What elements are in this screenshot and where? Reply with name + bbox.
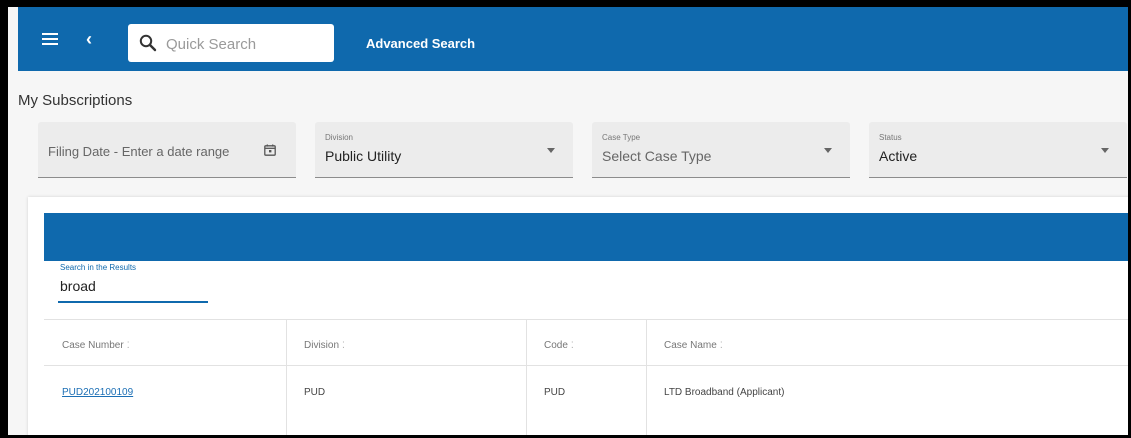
advanced-search-link[interactable]: Advanced Search bbox=[366, 36, 475, 51]
chevron-down-icon bbox=[1101, 148, 1109, 153]
status-label: Status bbox=[879, 133, 902, 142]
calendar-icon[interactable] bbox=[264, 144, 276, 156]
column-divider bbox=[286, 319, 287, 435]
results-search-input[interactable] bbox=[58, 275, 210, 297]
column-divider bbox=[646, 319, 647, 435]
top-app-bar: ‹ Advanced Search bbox=[18, 7, 1128, 71]
results-search-label: Search in the Results bbox=[60, 263, 137, 272]
column-divider bbox=[526, 319, 527, 435]
app-window: ‹ Advanced Search My Subscriptions Filin… bbox=[8, 7, 1128, 435]
division-cell: PUD bbox=[304, 387, 326, 398]
results-card: Search in the Results Case Number⁚ Divis… bbox=[28, 197, 1128, 435]
quick-search-box[interactable] bbox=[128, 24, 334, 62]
filing-date-placeholder: Filing Date - Enter a date range bbox=[48, 144, 230, 159]
case-type-label: Case Type bbox=[602, 133, 641, 142]
division-value: Public Utility bbox=[325, 148, 402, 164]
case-type-placeholder: Select Case Type bbox=[602, 148, 712, 164]
column-header-division[interactable]: Division ⁚ bbox=[304, 340, 345, 351]
results-search-underline bbox=[58, 301, 208, 303]
table-divider bbox=[44, 365, 1128, 366]
menu-icon[interactable] bbox=[42, 33, 58, 45]
back-chevron-icon[interactable]: ‹ bbox=[86, 29, 92, 49]
search-icon bbox=[139, 34, 157, 52]
case-number-link[interactable]: PUD202100109 bbox=[62, 387, 133, 398]
sort-icon: ⁚ bbox=[126, 340, 130, 350]
filing-date-filter[interactable]: Filing Date - Enter a date range bbox=[38, 122, 296, 178]
column-header-case-name[interactable]: Case Name ⁚ bbox=[664, 340, 723, 351]
code-cell: PUD bbox=[544, 387, 566, 398]
division-label: Division bbox=[325, 133, 354, 142]
division-select[interactable]: Division Public Utility bbox=[315, 122, 573, 178]
case-type-select[interactable]: Case Type Select Case Type bbox=[592, 122, 850, 178]
page-title: My Subscriptions bbox=[18, 92, 133, 109]
table-divider bbox=[44, 319, 1128, 320]
sort-icon: ⁚ bbox=[570, 340, 574, 350]
sort-icon: ⁚ bbox=[342, 340, 345, 350]
chevron-down-icon bbox=[824, 148, 832, 153]
status-value: Active bbox=[879, 148, 918, 164]
quick-search-input[interactable] bbox=[164, 30, 328, 58]
column-header-case-number[interactable]: Case Number ⁚ bbox=[62, 340, 130, 351]
results-header-bar bbox=[44, 213, 1128, 261]
case-name-cell: LTD Broadband (Applicant) bbox=[664, 387, 785, 398]
column-header-code[interactable]: Code ⁚ bbox=[544, 340, 574, 351]
sort-icon: ⁚ bbox=[719, 340, 723, 350]
status-select[interactable]: Status Active bbox=[869, 122, 1127, 178]
chevron-down-icon bbox=[547, 148, 555, 153]
